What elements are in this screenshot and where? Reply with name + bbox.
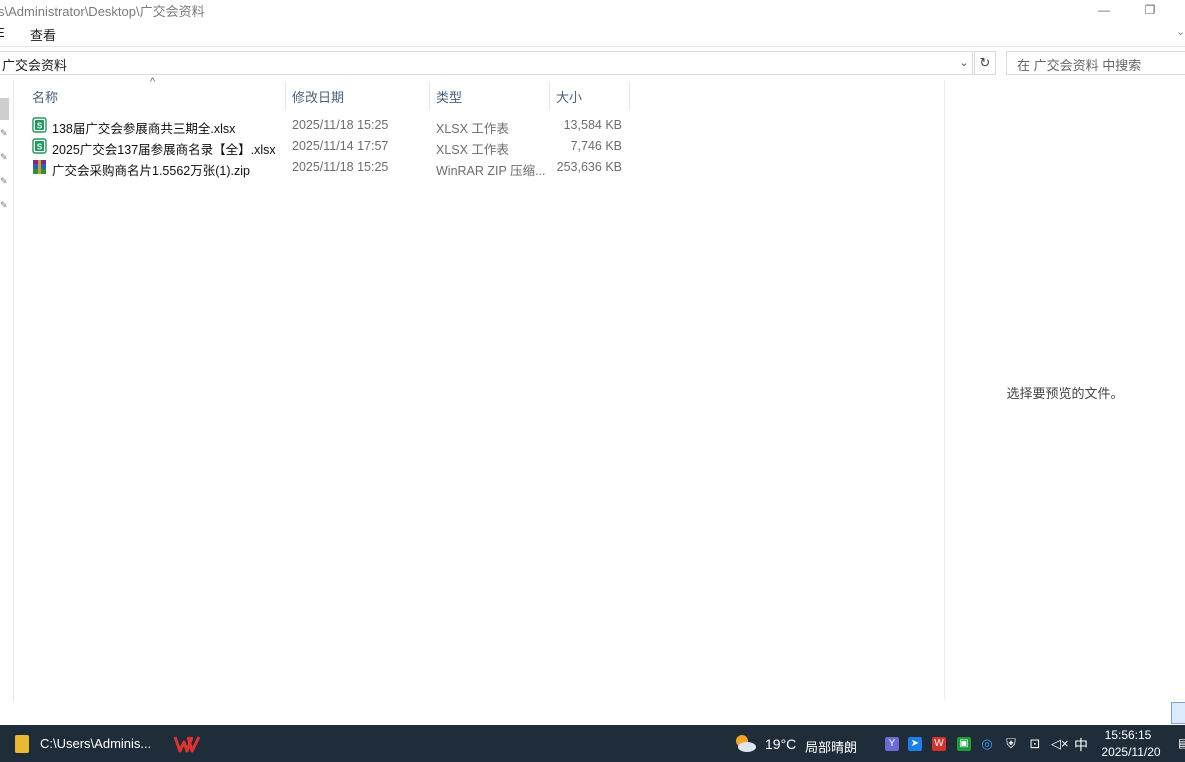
column-header-name[interactable]: 名称: [26, 82, 286, 110]
file-modified: 2025/11/18 15:25: [292, 118, 389, 132]
address-bar[interactable]: 广交会资料: [0, 51, 973, 75]
taskbar-explorer-label[interactable]: C:\Users\Adminis...: [40, 736, 151, 751]
tab-view[interactable]: 查看: [30, 25, 56, 44]
winrar-icon: [33, 160, 46, 174]
refresh-button[interactable]: ↻: [974, 51, 996, 75]
network-icon[interactable]: ⊡: [1028, 737, 1042, 751]
weather-temperature[interactable]: 19°C: [765, 736, 796, 752]
input-method-indicator[interactable]: 中: [1074, 735, 1088, 755]
ribbon-expand-icon[interactable]: ⌄: [1176, 25, 1185, 38]
taskbar: C:\Users\Adminis... 19°C 局部晴朗 Y ➤ W ▣ ◎ …: [0, 725, 1185, 762]
clock-time[interactable]: 15:56:15: [1098, 728, 1158, 742]
file-name[interactable]: 2025广交会137届参展商名录【全】.xlsx: [52, 139, 284, 158]
file-type: WinRAR ZIP 压缩...: [436, 164, 546, 178]
file-row[interactable]: 广交会采购商名片1.5562万张(1).zip 2025/11/18 15:25…: [26, 157, 629, 178]
tray-bluetooth-icon[interactable]: ◎: [980, 737, 994, 751]
file-name[interactable]: 广交会采购商名片1.5562万张(1).zip: [52, 160, 284, 179]
search-input[interactable]: 在 广交会资料 中搜索: [1006, 51, 1185, 75]
svg-text:S: S: [37, 143, 43, 152]
restore-button[interactable]: ❐: [1127, 0, 1173, 20]
file-type: XLSX 工作表: [436, 122, 509, 136]
svg-text:S: S: [37, 122, 43, 131]
preview-pane: 选择要预览的文件。: [944, 80, 1185, 700]
file-row[interactable]: S 138届广交会参展商共三期全.xlsx 2025/11/18 15:25 X…: [26, 115, 629, 136]
search-placeholder: 在 广交会资料 中搜索: [1017, 58, 1142, 73]
tray-feishu-icon[interactable]: ➤: [908, 737, 922, 751]
pin-icon[interactable]: ✎: [0, 128, 9, 139]
clock-date[interactable]: 2025/11/20: [1096, 745, 1166, 759]
nav-scrollbar-thumb[interactable]: [0, 98, 9, 120]
address-history-dropdown[interactable]: ⌄: [956, 52, 972, 72]
preview-message: 选择要预览的文件。: [1006, 386, 1124, 401]
notification-center-icon[interactable]: ▤: [1178, 736, 1185, 750]
minimize-button[interactable]: —: [1081, 0, 1127, 20]
window-title: s\Administrator\Desktop\广交会资料: [0, 4, 205, 19]
file-name[interactable]: 138届广交会参展商共三期全.xlsx: [52, 118, 284, 137]
column-header-modified[interactable]: 修改日期: [286, 82, 430, 110]
file-modified: 2025/11/18 15:25: [292, 160, 389, 174]
title-bar: s\Administrator\Desktop\广交会资料 — ❐: [0, 0, 1185, 22]
details-view-icon[interactable]: [1171, 702, 1185, 724]
folder-icon[interactable]: [15, 735, 29, 753]
pin-icon[interactable]: ✎: [0, 152, 9, 163]
tray-nvidia-icon[interactable]: ▣: [957, 737, 971, 751]
file-modified: 2025/11/14 17:57: [292, 139, 389, 153]
file-size: 7,746 KB: [570, 139, 622, 153]
column-header-type[interactable]: 类型: [430, 82, 550, 110]
tab-file[interactable]: E: [0, 25, 5, 40]
navigation-pane: ✎ ✎ ✎ ✎: [0, 80, 14, 700]
pin-icon[interactable]: ✎: [0, 176, 9, 187]
file-size: 253,636 KB: [556, 160, 622, 174]
ribbon-tabs: E 查看 ⌄: [0, 22, 1185, 47]
weather-description[interactable]: 局部晴朗: [805, 737, 857, 756]
column-header-size[interactable]: 大小: [550, 82, 630, 110]
address-path[interactable]: 广交会资料: [2, 55, 67, 74]
file-row[interactable]: S 2025广交会137届参展商名录【全】.xlsx 2025/11/14 17…: [26, 136, 629, 157]
xlsx-icon: S: [32, 117, 47, 133]
pin-icon[interactable]: ✎: [0, 200, 9, 211]
tray-wps-icon[interactable]: W: [932, 737, 946, 751]
tray-app-icon[interactable]: Y: [885, 737, 899, 751]
tray-security-icon[interactable]: ⛨: [1004, 737, 1018, 751]
xlsx-icon: S: [32, 138, 47, 154]
weather-partly-cloudy-icon[interactable]: [733, 732, 757, 754]
file-type: XLSX 工作表: [436, 143, 509, 157]
volume-muted-icon[interactable]: ◁×: [1051, 737, 1069, 751]
wps-office-icon[interactable]: [174, 735, 200, 753]
file-size: 13,584 KB: [563, 118, 622, 132]
